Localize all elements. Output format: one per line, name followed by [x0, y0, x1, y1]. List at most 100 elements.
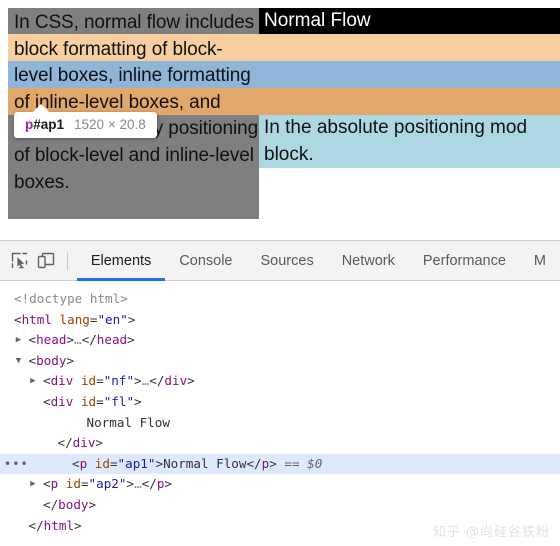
token-av: "nf"	[103, 373, 135, 389]
token-pk: div	[164, 373, 188, 389]
token-pn: <	[28, 332, 37, 348]
token-ref: == $0	[276, 455, 323, 471]
token-pn: >	[134, 393, 142, 409]
inspected-page-viewport: Normal Flow Normal Flow In the absolute …	[0, 0, 560, 240]
token-at: id	[94, 455, 110, 471]
token-el: …	[74, 332, 82, 348]
dom-node-content: </html>	[14, 518, 82, 533]
inspect-element-button[interactable]	[10, 247, 30, 275]
dom-node-div-fl-open[interactable]: <div id="fl">	[0, 392, 560, 413]
token-pn: <	[72, 455, 80, 471]
toolbar-divider	[67, 251, 68, 270]
dom-node-content: <html lang="en">	[14, 312, 135, 327]
tooltip-arrow-icon	[32, 104, 50, 113]
tab-sources-label: Sources	[260, 252, 314, 269]
token-pk: div	[50, 393, 74, 409]
expand-triangle-down-icon[interactable]	[13, 351, 25, 372]
token-pn: >	[164, 476, 173, 492]
tooltip-box: p#ap1 1520 × 20.8	[14, 112, 157, 138]
tooltip-tag-name: p	[25, 117, 34, 132]
token-pk: div	[50, 373, 74, 389]
expand-triangle-right-icon[interactable]	[27, 371, 39, 392]
token-pn: </	[57, 435, 73, 451]
token-pk: head	[96, 332, 128, 348]
device-toolbar-icon	[38, 252, 55, 269]
dom-node-content: <head>…</head>	[14, 332, 135, 347]
dom-node-div-fl-close[interactable]: </div>	[0, 433, 560, 454]
token-at: id	[65, 476, 81, 492]
token-at: id	[80, 373, 97, 389]
device-toolbar-button[interactable]	[37, 247, 57, 275]
dom-node-p-ap1[interactable]: ••• <p id="ap1">Normal Flow</p> == $0	[0, 453, 560, 475]
token-tx: Normal Flow	[163, 455, 247, 471]
token-pn	[73, 373, 81, 388]
tab-elements[interactable]: Elements	[76, 241, 166, 281]
devtools-tabs: Elements Console Sources Network Perform…	[76, 241, 560, 281]
dom-node-content: </div>	[14, 435, 104, 451]
token-pn: </	[43, 496, 59, 512]
dom-node-content: <p id="ap1">Normal Flow</p> == $0	[14, 456, 322, 471]
dom-node-p-ap2[interactable]: <p id="ap2">…</p>	[0, 474, 560, 495]
expand-triangle-right-icon[interactable]	[13, 330, 25, 351]
element-tooltip: p#ap1 1520 × 20.8	[14, 104, 157, 138]
token-el: …	[134, 476, 142, 492]
token-pn: >	[187, 373, 195, 389]
dom-node-head[interactable]: <head>…</head>	[0, 330, 560, 351]
token-pn: <	[43, 476, 51, 492]
dom-node-div-fl-text[interactable]: Normal Flow	[0, 413, 560, 434]
devtools-toolbar: Elements Console Sources Network Perform…	[0, 241, 560, 281]
dom-node-body-close[interactable]: </body>	[0, 495, 560, 516]
tooltip-dimensions: 1520 × 20.8	[74, 117, 146, 132]
token-av: "ap1"	[117, 455, 156, 471]
token-pn: <	[43, 393, 51, 409]
token-tx: Normal Flow	[86, 414, 170, 430]
dom-tree[interactable]: <!doctype html><html lang="en"><head>…</…	[0, 281, 560, 545]
token-pk: head	[36, 332, 67, 348]
token-pn: >	[126, 476, 135, 492]
p-ap2-render: In the absolute positioning mod block.	[259, 115, 560, 168]
inspect-cursor-icon	[12, 252, 28, 269]
expand-triangle-right-icon[interactable]	[27, 474, 39, 495]
dom-node-html-open[interactable]: <html lang="en">	[0, 310, 560, 331]
token-pn: >	[155, 455, 164, 471]
dom-node-content: <!doctype html>	[14, 291, 128, 306]
token-at: lang	[59, 311, 90, 327]
token-av: "en"	[97, 311, 128, 327]
tab-memory[interactable]: M	[520, 241, 560, 281]
dom-node-content: Normal Flow	[14, 415, 170, 430]
dom-node-body-open[interactable]: <body>	[0, 351, 560, 372]
tab-memory-label: M	[533, 252, 546, 269]
token-pn: <	[28, 352, 37, 368]
token-pn: >	[269, 455, 277, 471]
dom-node-content: <div id="fl">	[14, 394, 142, 409]
token-pn: </	[246, 455, 262, 471]
token-pn: >	[74, 517, 82, 533]
token-pk: body	[36, 352, 67, 368]
tab-console[interactable]: Console	[165, 241, 246, 281]
token-pn: >	[66, 332, 75, 348]
tab-sources[interactable]: Sources	[247, 241, 328, 281]
token-pn: </	[141, 476, 157, 492]
tab-performance[interactable]: Performance	[409, 241, 520, 281]
tab-performance-label: Performance	[422, 252, 506, 269]
token-av: "ap2"	[88, 476, 127, 492]
token-pn: >	[66, 352, 75, 368]
token-pk: body	[58, 496, 89, 512]
token-pn: </	[81, 332, 97, 348]
dom-node-div-nf[interactable]: <div id="nf">…</div>	[0, 371, 560, 392]
token-pn: >	[134, 373, 142, 389]
tab-network[interactable]: Network	[328, 241, 409, 281]
token-el: <!doctype html>	[14, 291, 128, 306]
div-nf-render: Normal Flow	[259, 8, 560, 34]
token-av: "fl"	[103, 393, 135, 409]
token-pn: =	[80, 476, 89, 492]
node-more-dots-icon[interactable]: •••	[4, 454, 29, 475]
token-pn: </	[28, 517, 44, 533]
token-pn: =	[109, 455, 118, 471]
dom-node-doctype[interactable]: <!doctype html>	[0, 289, 560, 310]
dom-node-content: <div id="nf">…</div>	[14, 373, 195, 388]
token-pn	[73, 394, 81, 409]
token-pn	[58, 476, 66, 491]
token-pn: >	[88, 496, 97, 512]
token-pn: =	[96, 393, 104, 409]
